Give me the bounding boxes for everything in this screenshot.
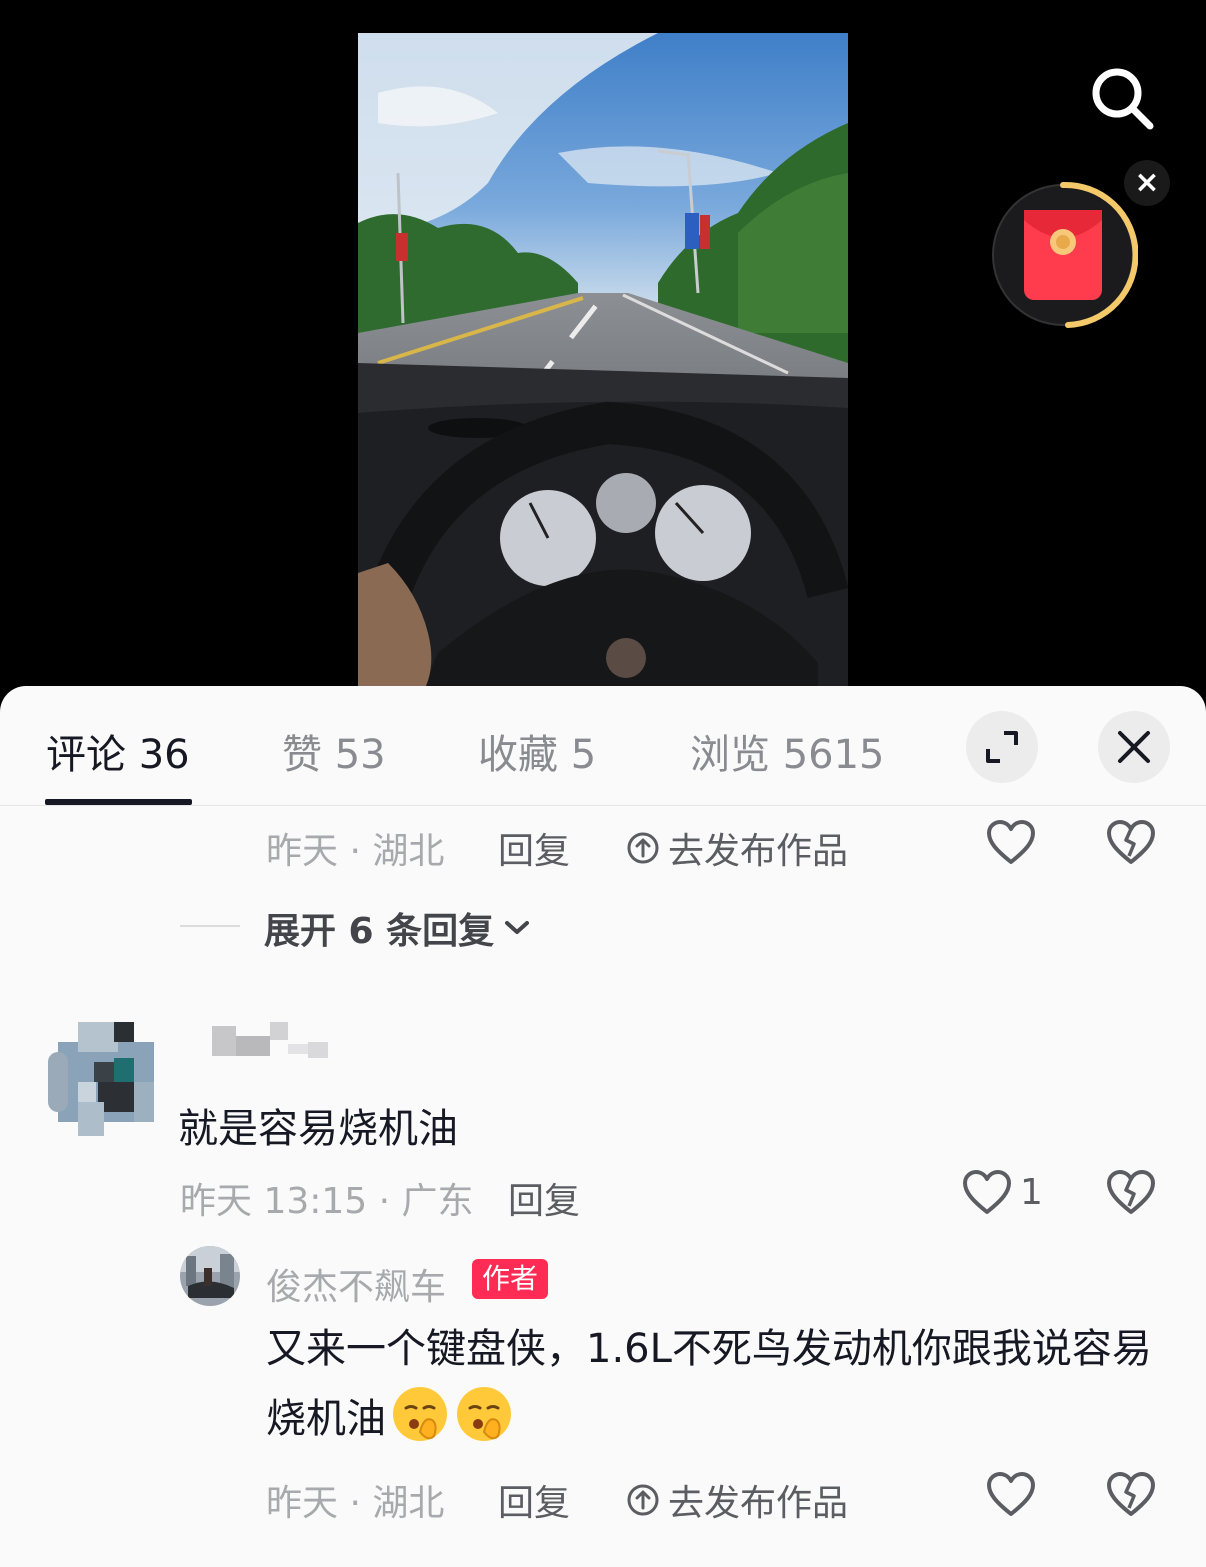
search-icon bbox=[1092, 68, 1154, 130]
author-username[interactable]: 俊杰不飙车 bbox=[266, 1258, 446, 1310]
broken-heart-icon bbox=[1107, 1170, 1155, 1214]
author-avatar[interactable] bbox=[180, 1246, 240, 1306]
reply-button[interactable]: 回复 bbox=[498, 822, 570, 874]
publish-work-button[interactable]: 去发布作品 bbox=[626, 1474, 848, 1526]
like-button[interactable] bbox=[986, 1472, 1036, 1522]
close-icon bbox=[1118, 731, 1150, 763]
dislike-button[interactable] bbox=[1106, 1472, 1156, 1522]
shush-face-emoji bbox=[457, 1387, 511, 1441]
broken-heart-icon bbox=[1107, 820, 1155, 864]
tab-likes[interactable]: 赞 53 bbox=[282, 722, 386, 780]
video-player[interactable]: × bbox=[0, 0, 1206, 700]
comment-meta: 昨天 13:15 · 广东 bbox=[180, 1181, 474, 1222]
tab-favorites[interactable]: 收藏 5 bbox=[478, 722, 596, 780]
dislike-button[interactable] bbox=[1106, 820, 1156, 870]
publish-work-button[interactable]: 去发布作品 bbox=[626, 822, 848, 874]
expand-replies-button[interactable]: 展开 6 条回复 bbox=[264, 902, 530, 954]
comments-sheet: 评论 36 赞 53 收藏 5 浏览 5615 昨天 · 湖北 回复 去发布作品 bbox=[0, 686, 1206, 1567]
reply-button[interactable]: 回复 bbox=[498, 1474, 570, 1526]
video-frame[interactable] bbox=[358, 33, 848, 700]
red-packet-button[interactable] bbox=[988, 180, 1139, 330]
expand-replies-label: 展开 6 条回复 bbox=[264, 911, 495, 952]
username-blurred[interactable] bbox=[212, 1022, 342, 1068]
heart-icon bbox=[987, 820, 1035, 864]
like-button[interactable] bbox=[962, 1170, 1012, 1220]
author-badge: 作者 bbox=[472, 1259, 549, 1299]
publish-work-label: 去发布作品 bbox=[668, 1483, 849, 1524]
avatar[interactable] bbox=[48, 1022, 158, 1136]
like-button[interactable] bbox=[986, 820, 1036, 870]
reply-button[interactable]: 回复 bbox=[508, 1172, 580, 1224]
tab-active-indicator bbox=[45, 799, 192, 805]
tab-views[interactable]: 浏览 5615 bbox=[690, 722, 885, 780]
upload-icon bbox=[627, 832, 659, 864]
expand-icon bbox=[986, 731, 1018, 763]
red-packet-icon bbox=[992, 181, 1139, 328]
like-count: 1 bbox=[1020, 1172, 1043, 1213]
search-button[interactable] bbox=[1086, 62, 1158, 134]
dislike-button[interactable] bbox=[1106, 1170, 1156, 1220]
shush-face-emoji bbox=[393, 1387, 447, 1441]
broken-heart-icon bbox=[1107, 1472, 1155, 1516]
publish-work-label: 去发布作品 bbox=[668, 831, 849, 872]
tab-comments[interactable]: 评论 36 bbox=[46, 722, 190, 780]
reply-meta: 昨天 · 湖北 bbox=[266, 1483, 445, 1524]
comment-text: 就是容易烧机油 bbox=[178, 1106, 458, 1152]
red-packet-close-button[interactable]: × bbox=[1124, 160, 1170, 206]
upload-icon bbox=[627, 1484, 659, 1516]
tab-bar: 评论 36 赞 53 收藏 5 浏览 5615 bbox=[0, 686, 1206, 806]
reply-text: 又来一个键盘侠，1.6L不死鸟发动机你跟我说容易烧机油 bbox=[266, 1314, 1166, 1454]
expand-button[interactable] bbox=[966, 711, 1038, 783]
comment-meta: 昨天 · 湖北 bbox=[266, 831, 445, 872]
heart-icon bbox=[987, 1472, 1035, 1516]
chevron-down-icon bbox=[505, 921, 530, 934]
close-sheet-button[interactable] bbox=[1098, 711, 1170, 783]
heart-icon bbox=[963, 1170, 1011, 1214]
expand-divider bbox=[180, 925, 240, 927]
